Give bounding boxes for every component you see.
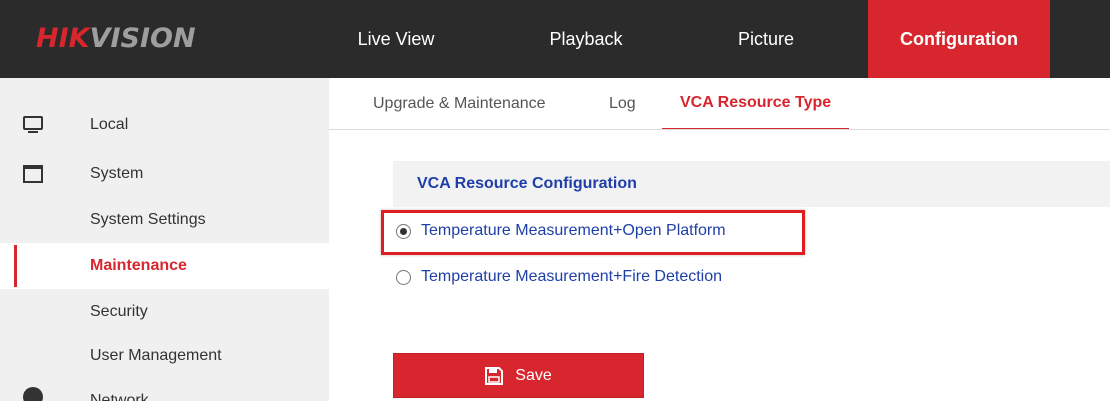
section-header: VCA Resource Configuration (393, 161, 1110, 207)
tab-divider (329, 129, 1110, 130)
tab-bar: Upgrade & Maintenance Log VCA Resource T… (329, 78, 1110, 130)
sidebar-item-label: System Settings (90, 211, 206, 228)
globe-icon (23, 387, 43, 401)
nav-configuration[interactable]: Configuration (868, 0, 1050, 78)
sidebar-item-network[interactable]: Network (0, 380, 329, 401)
nav-live-view[interactable]: Live View (356, 0, 436, 78)
section-title: VCA Resource Configuration (417, 175, 637, 192)
logo-text-vision: VISION (89, 22, 196, 54)
sidebar-item-local[interactable]: Local (0, 102, 329, 148)
tab-log[interactable]: Log (609, 78, 636, 130)
radio-option-label: Temperature Measurement+Fire Detection (421, 268, 723, 285)
save-button-label: Save (515, 366, 552, 384)
window-icon (23, 165, 43, 183)
sidebar-item-label: System (90, 165, 144, 182)
tab-vca-resource-type[interactable]: VCA Resource Type (662, 78, 850, 130)
sidebar-item-label: Security (90, 303, 148, 320)
sidebar-item-user-management[interactable]: User Management (0, 333, 329, 379)
tab-upgrade-maintenance[interactable]: Upgrade & Maintenance (373, 78, 546, 130)
sidebar-item-label: Maintenance (90, 257, 187, 274)
nav-picture[interactable]: Picture (716, 0, 816, 78)
hikvision-logo: HIK VISION (36, 18, 196, 58)
top-navigation-bar: HIK VISION Live View Playback Picture Con… (0, 0, 1110, 78)
radio-option-label: Temperature Measurement+Open Platform (421, 222, 726, 239)
sidebar-item-maintenance[interactable]: Maintenance (0, 243, 329, 289)
sidebar-item-system[interactable]: System (0, 151, 329, 197)
logo-text-hik: HIK (36, 22, 90, 54)
floppy-disk-icon (485, 366, 504, 385)
radio-button[interactable] (396, 223, 411, 239)
monitor-icon (23, 116, 43, 133)
radio-option-open-platform[interactable]: Temperature Measurement+Open Platform (386, 216, 726, 246)
nav-playback[interactable]: Playback (536, 0, 636, 78)
save-button[interactable]: Save (393, 353, 644, 398)
sidebar-item-security[interactable]: Security (0, 289, 329, 335)
radio-option-fire-detection[interactable]: Temperature Measurement+Fire Detection (386, 262, 722, 292)
radio-button[interactable] (396, 269, 411, 285)
sidebar-item-label: Local (90, 116, 129, 133)
sidebar-item-system-settings[interactable]: System Settings (0, 197, 329, 243)
sidebar-item-label: Network (90, 392, 149, 401)
sidebar-item-label: User Management (90, 347, 222, 364)
